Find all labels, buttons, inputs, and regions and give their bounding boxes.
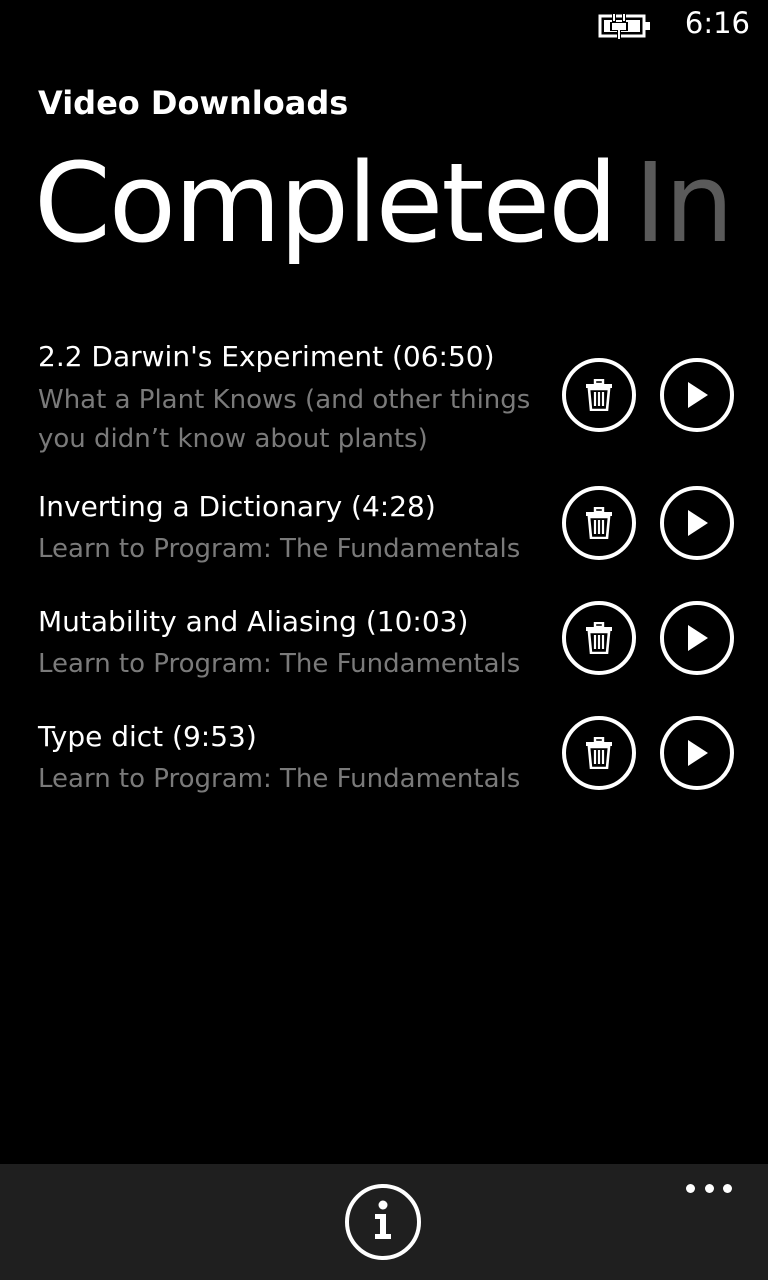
play-icon [684, 623, 710, 653]
pivot-tab-in-progress[interactable]: In P [634, 139, 768, 267]
course-name: Learn to Program: The Fundamentals [38, 534, 521, 564]
course-name: Learn to Program: The Fundamentals [38, 764, 521, 794]
play-icon [684, 738, 710, 768]
trash-icon [585, 379, 613, 411]
battery-charging-icon [598, 13, 652, 39]
screen: 6:16 Video Downloads CompletedIn P 2.2 D… [0, 0, 768, 1280]
pivot-header: CompletedIn P [34, 138, 768, 268]
list-item[interactable]: Mutability and Aliasing (10:03) Learn to… [0, 601, 768, 691]
pivot-tab-completed[interactable]: Completed [34, 139, 618, 267]
delete-button[interactable] [562, 358, 636, 432]
play-button[interactable] [660, 601, 734, 675]
delete-button[interactable] [562, 716, 636, 790]
status-time: 6:16 [684, 6, 750, 40]
list-item[interactable]: Inverting a Dictionary (4:28) Learn to P… [0, 486, 768, 576]
ellipsis-icon [723, 1183, 732, 1193]
play-icon [684, 380, 710, 410]
course-name: Learn to Program: The Fundamentals [38, 649, 521, 679]
delete-button[interactable] [562, 601, 636, 675]
more-options-button[interactable] [686, 1182, 732, 1194]
app-bar [0, 1164, 768, 1280]
video-title: Mutability and Aliasing (10:03) [38, 605, 469, 638]
info-icon [371, 1200, 395, 1244]
trash-icon [585, 507, 613, 539]
list-item[interactable]: Type dict (9:53) Learn to Program: The F… [0, 716, 768, 806]
play-button[interactable] [660, 716, 734, 790]
video-title: 2.2 Darwin's Experiment (06:50) [38, 340, 495, 373]
play-icon [684, 508, 710, 538]
delete-button[interactable] [562, 486, 636, 560]
video-title: Type dict (9:53) [38, 720, 257, 753]
course-name: What a Plant Knows (and other things you… [38, 385, 531, 454]
ellipsis-icon [704, 1183, 714, 1193]
play-button[interactable] [660, 486, 734, 560]
play-button[interactable] [660, 358, 734, 432]
trash-icon [585, 622, 613, 654]
status-bar: 6:16 [0, 0, 768, 50]
trash-icon [585, 737, 613, 769]
info-button[interactable] [345, 1184, 421, 1260]
list-item[interactable]: 2.2 Darwin's Experiment (06:50) What a P… [0, 336, 768, 466]
ellipsis-icon [686, 1183, 695, 1193]
video-title: Inverting a Dictionary (4:28) [38, 490, 436, 523]
app-title: Video Downloads [38, 84, 349, 122]
